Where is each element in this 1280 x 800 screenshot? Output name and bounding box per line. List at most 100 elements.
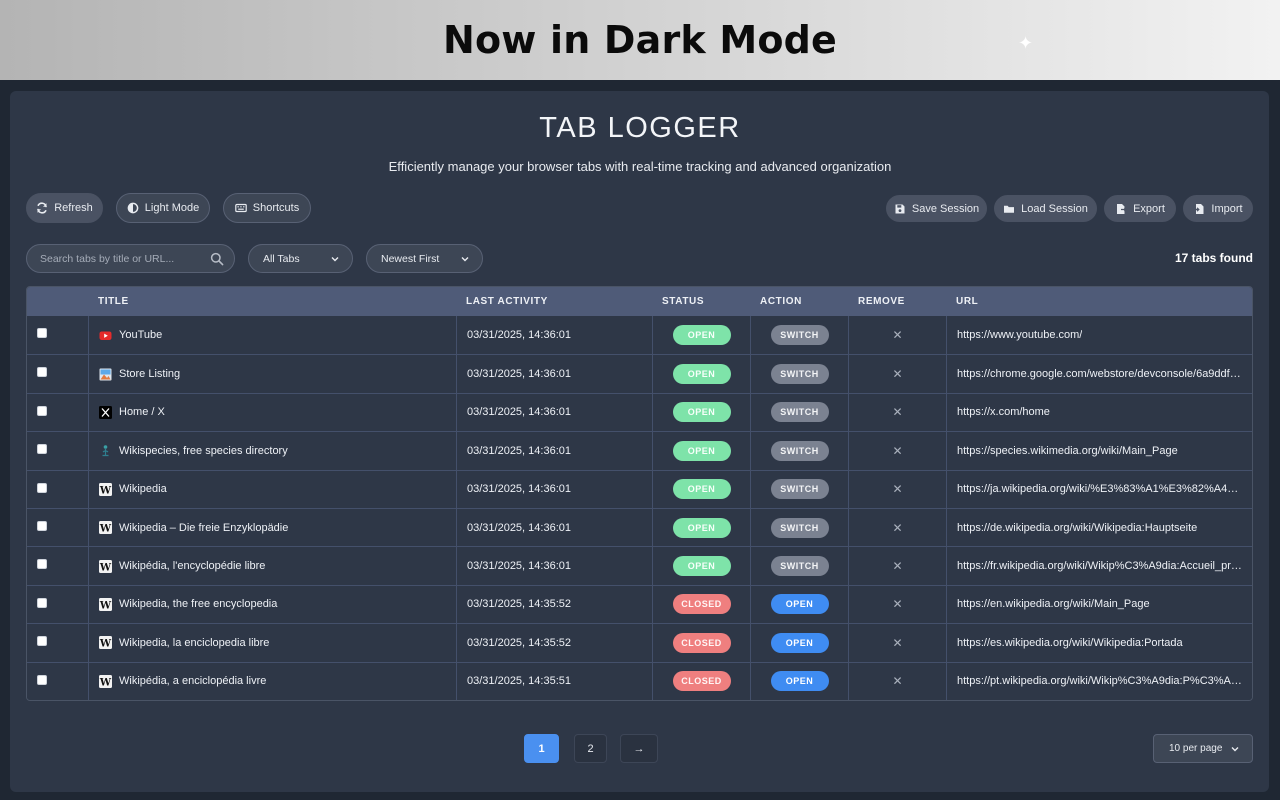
action-cell: SWITCH [750,393,848,432]
header-last-activity: LAST ACTIVITY [466,296,548,307]
table-row: Wikispecies, free species directory 03/3… [27,431,1252,470]
search-icon[interactable] [210,252,224,266]
tab-title: Home / X [119,406,165,419]
tab-url: https://pt.wikipedia.org/wiki/Wikip%C3%A… [957,675,1242,688]
svg-text:W: W [99,523,112,534]
row-checkbox[interactable] [37,636,47,647]
close-icon[interactable]: ✕ [892,597,902,611]
row-checkbox[interactable] [37,482,47,493]
switch-tab-button[interactable]: SWITCH [770,517,829,538]
close-icon[interactable]: ✕ [892,444,902,458]
switch-tab-button[interactable]: SWITCH [770,402,829,423]
per-page-value: 10 per page [1169,743,1223,754]
switch-tab-button[interactable]: SWITCH [770,440,829,461]
close-icon[interactable]: ✕ [892,328,902,342]
next-page-button[interactable]: → [620,734,658,763]
title-cell: W Wikipedia, la enciclopedia libre [88,624,456,662]
action-cell: OPEN [750,662,848,700]
row-checkbox[interactable] [37,674,47,685]
refresh-button[interactable]: Refresh [26,193,103,223]
folder-icon [1003,203,1015,215]
wikipedia-icon: W [99,559,112,573]
tab-url: https://ja.wikipedia.org/wiki/%E3%83%A1%… [957,483,1242,496]
open-tab-button[interactable]: OPEN [770,671,829,692]
save-session-button[interactable]: Save Session [886,195,987,222]
title-cell: W Wikipedia – Die freie Enzyklopädie [88,508,456,547]
switch-tab-button[interactable]: SWITCH [770,479,829,500]
page-1-button[interactable]: 1 [524,734,559,763]
status-badge: OPEN [672,364,731,385]
tabs-table: TITLE LAST ACTIVITY STATUS ACTION REMOVE… [26,286,1253,701]
title-cell: Wikispecies, free species directory [88,432,456,470]
row-select-cell [27,316,88,354]
remove-cell: ✕ [848,432,946,470]
row-checkbox[interactable] [37,520,47,531]
row-select-cell [27,509,88,546]
title-cell: Store Listing [88,355,456,393]
row-checkbox[interactable] [37,328,47,338]
wikipedia-icon: W [99,482,112,496]
per-page-select[interactable]: 10 per page [1153,734,1253,763]
close-icon[interactable]: ✕ [892,521,902,535]
light-mode-button[interactable]: Light Mode [116,193,210,223]
tab-url: https://de.wikipedia.org/wiki/Wikipedia:… [957,521,1198,534]
status-cell: CLOSED [652,585,750,624]
last-activity-cell: 03/31/2025, 14:36:01 [456,432,652,470]
switch-tab-button[interactable]: SWITCH [770,364,829,385]
row-select-cell [27,663,88,700]
x-logo-icon [99,405,112,419]
import-file-icon [1193,203,1205,215]
wikispecies-icon [99,444,112,457]
tab-count: 17 tabs found [1174,251,1253,265]
status-badge: OPEN [672,440,731,461]
search-input[interactable] [40,252,210,265]
save-icon [894,203,906,215]
close-icon[interactable]: ✕ [892,636,902,650]
table-row: W Wikipedia – Die freie Enzyklopädie 03/… [27,507,1252,547]
status-cell: CLOSED [652,624,750,662]
open-tab-button[interactable]: OPEN [770,632,829,653]
switch-tab-button[interactable]: SWITCH [770,556,829,577]
row-checkbox[interactable] [37,444,47,455]
contrast-icon [127,202,139,214]
table-row: Home / X 03/31/2025, 14:36:01 OPEN SWITC… [27,392,1252,432]
close-icon[interactable]: ✕ [892,559,902,573]
table-row: W Wikipédia, l'encyclopédie libre 03/31/… [27,546,1252,585]
title-cell: W Wikipedia, the free encyclopedia [88,585,456,624]
row-select-cell [27,586,88,623]
close-icon[interactable]: ✕ [892,367,902,381]
last-activity-cell: 03/31/2025, 14:36:01 [456,393,652,432]
export-button[interactable]: Export [1104,195,1176,222]
load-session-button[interactable]: Load Session [994,195,1097,222]
tab-filter-select[interactable]: All Tabs [248,244,353,273]
sort-select[interactable]: Newest First [366,244,483,273]
open-tab-button[interactable]: OPEN [770,594,829,615]
chevron-down-icon [461,256,469,261]
close-icon[interactable]: ✕ [892,674,902,688]
row-select-cell [27,432,88,469]
row-checkbox[interactable] [37,367,47,378]
page-2-button[interactable]: 2 [574,734,607,763]
app-subtitle: Efficiently manage your browser tabs wit… [388,159,892,174]
table-body: YouTube 03/31/2025, 14:36:01 OPEN SWITCH… [27,316,1252,700]
status-cell: OPEN [652,547,750,585]
row-checkbox[interactable] [37,559,47,570]
close-icon[interactable]: ✕ [892,405,902,419]
import-button[interactable]: Import [1183,195,1253,222]
row-checkbox[interactable] [37,405,47,416]
status-cell: CLOSED [652,662,750,700]
banner-title: Now in Dark Mode [442,18,838,62]
youtube-icon [99,329,112,342]
action-cell: OPEN [750,624,848,662]
switch-tab-button[interactable]: SWITCH [770,325,829,346]
status-cell: OPEN [652,508,750,547]
close-icon[interactable]: ✕ [892,482,902,496]
title-cell: W Wikipédia, a enciclopédia livre [88,662,456,700]
shortcuts-button[interactable]: Shortcuts [223,193,311,223]
remove-cell: ✕ [848,624,946,662]
header-remove: REMOVE [858,296,905,307]
tab-title: Wikispecies, free species directory [119,444,288,457]
row-checkbox[interactable] [37,597,47,608]
tab-url: https://fr.wikipedia.org/wiki/Wikip%C3%A… [957,560,1242,573]
status-cell: OPEN [652,432,750,470]
